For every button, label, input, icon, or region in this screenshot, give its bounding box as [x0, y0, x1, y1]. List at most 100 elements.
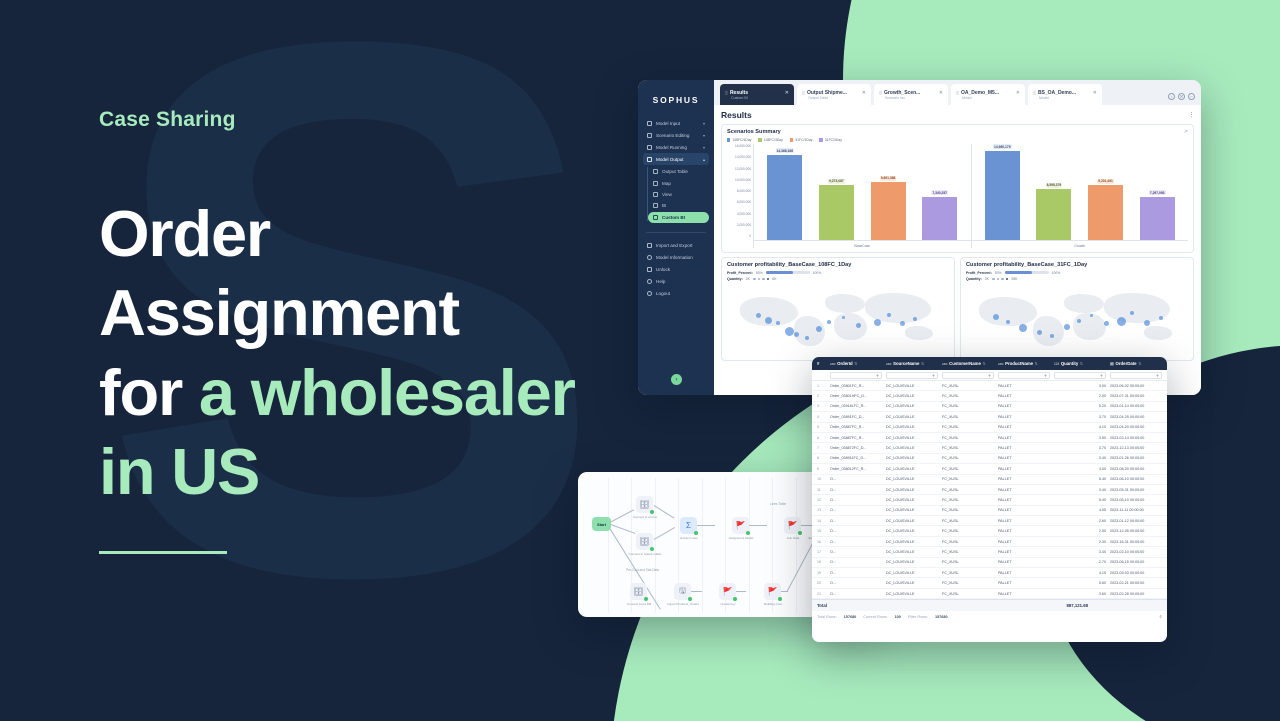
table-column-header-quantity[interactable]: 123 Quantity ⇅: [1052, 361, 1108, 366]
bar-column[interactable]: 9,273,087: [818, 144, 854, 240]
quantity-stepper[interactable]: [991, 277, 1009, 281]
world-map-bubble-chart[interactable]: [966, 284, 1188, 356]
bar-column[interactable]: 14,368,166: [767, 144, 803, 240]
filter-icon[interactable]: ▼: [1054, 371, 1106, 379]
tab-output-shipment[interactable]: ⣿ Output Shipme... ✕ Output Table: [797, 84, 871, 105]
cell-index: 21: [817, 591, 822, 596]
table-row[interactable]: 2 Order_03801HFC_D... DC_LOUISVILLE FC_XUSL…: [812, 391, 1167, 402]
bar-column[interactable]: 7,340,257: [922, 144, 958, 240]
table-row[interactable]: 18 O... DC_LOUISVILLE FC_XUSL PALLET 2.70 2023…: [812, 558, 1167, 569]
table-row[interactable]: 6 Order_03887FC_R... DC_LOUISVILLE FC_XUSL P…: [812, 433, 1167, 444]
legend-label: 31FC/1Day: [795, 138, 813, 142]
sort-icon[interactable]: ⇅: [982, 361, 985, 366]
bar-column[interactable]: 9,201,491: [1088, 144, 1124, 240]
table-row[interactable]: 21 O... DC_LOUISVILLE FC_XUSL PALLET 3.60 2023…: [812, 589, 1167, 600]
sort-icon[interactable]: ⇅: [1138, 361, 1141, 366]
flow-node-extract-lines[interactable]: Σ: [680, 517, 698, 535]
cell-productname: PALLET: [998, 549, 1012, 554]
filter-cell-customername[interactable]: ▼: [940, 371, 996, 379]
table-row[interactable]: 8 Order_038911FC_D... DC_LOUISVILLE FC_XUSL…: [812, 454, 1167, 465]
legend-item[interactable]: 31FC/3Day: [819, 138, 842, 142]
filter-cell-quantity[interactable]: ▼: [1052, 371, 1108, 379]
table-row[interactable]: 3 Order_03918LFC_R... DC_LOUISVILLE FC_XUSL…: [812, 402, 1167, 413]
filter-icon[interactable]: ▼: [998, 371, 1050, 379]
bar[interactable]: [1088, 185, 1124, 240]
bar[interactable]: [1036, 189, 1072, 240]
bar[interactable]: [922, 196, 958, 240]
filter-cell-sourcename[interactable]: ▼: [884, 371, 940, 379]
cell-index: 10: [817, 477, 822, 482]
table-row[interactable]: 20 O... DC_LOUISVILLE FC_XUSL PALLET 5.60 2023…: [812, 578, 1167, 589]
table-row[interactable]: 12 O... DC_LOUISVILLE FC_XUSL PALLET 5.40 2023…: [812, 495, 1167, 506]
flow-node-create-key[interactable]: 🚩: [719, 583, 737, 601]
table-row[interactable]: 13 O... DC_LOUISVILLE FC_XUSL PALLET 4.05 2023…: [812, 506, 1167, 517]
flow-node-import-products-orders[interactable]: 🖫: [674, 583, 692, 601]
flow-node-connect-lines-db[interactable]: 🗄: [630, 583, 648, 601]
flow-node-join-data[interactable]: 🚩: [784, 517, 802, 535]
filter-cell-orderdate[interactable]: ▼: [1108, 371, 1164, 379]
bar[interactable]: [870, 182, 906, 240]
bar-column[interactable]: 14,960,179: [984, 144, 1020, 240]
expand-icon[interactable]: ↗: [1184, 129, 1188, 135]
table-column-header-customername[interactable]: ᴀʙᴄ CustomerName ⇅: [940, 361, 996, 366]
visibility-icon[interactable]: ⌽: [1159, 614, 1162, 619]
window-back-button[interactable]: ‹: [1168, 93, 1175, 100]
bar-column[interactable]: 7,297,093: [1139, 144, 1175, 240]
filter-icon[interactable]: ▼: [830, 371, 882, 379]
table-row[interactable]: 5 Order_03887FC_R... DC_LOUISVILLE FC_XUSL P…: [812, 423, 1167, 433]
table-row[interactable]: 4 Order_03891FC_D... DC_LOUISVILLE FC_XUSL P…: [812, 412, 1167, 423]
table-row[interactable]: 9 Order_038012FC_R... DC_LOUISVILLE FC_XUSL…: [812, 464, 1167, 475]
table-row[interactable]: 11 O... DC_LOUISVILLE FC_XUSL PALLET 3.40 2023…: [812, 485, 1167, 496]
bar[interactable]: [1139, 196, 1175, 240]
more-options-icon[interactable]: ⋮: [1188, 111, 1195, 119]
sort-icon[interactable]: ⇅: [854, 361, 857, 366]
sidebar-collapse-button[interactable]: ‹: [671, 374, 682, 385]
tab-results[interactable]: ⣿ Results ✕ Custom BI: [720, 84, 794, 105]
bar[interactable]: [818, 185, 854, 240]
window-close-button[interactable]: ✕: [1178, 93, 1185, 100]
legend-item[interactable]: 108FC/1Day: [727, 138, 751, 142]
table-row[interactable]: 19 O... DC_LOUISVILLE FC_XUSL PALLET 4.15 2023…: [812, 568, 1167, 579]
tab-growth-scenario[interactable]: ⣿ Growth_Scen... ✕ Scenario list: [874, 84, 948, 105]
table-row[interactable]: 17 O... DC_LOUISVILLE FC_XUSL PALLET 3.40 2023…: [812, 547, 1167, 558]
flow-node-building-cost[interactable]: 🚩: [764, 583, 782, 601]
quantity-stepper[interactable]: [752, 277, 770, 281]
window-minimize-button[interactable]: –: [1188, 93, 1195, 100]
sort-icon[interactable]: ⇅: [1080, 361, 1083, 366]
filter-cell-productname[interactable]: ▼: [996, 371, 1052, 379]
profit-percent-slider[interactable]: [765, 271, 810, 274]
filter-icon[interactable]: ▼: [942, 371, 994, 379]
table-row[interactable]: 7 Order_038872FC_D... DC_LOUISVILLE FC_XUSL…: [812, 443, 1167, 454]
sort-icon[interactable]: ⇅: [921, 361, 924, 366]
cell-productname: PALLET: [998, 446, 1012, 451]
table-row[interactable]: 14 O... DC_LOUISVILLE FC_XUSL PALLET 2.60 2023…: [812, 516, 1167, 527]
filter-icon[interactable]: ▼: [886, 371, 938, 379]
bar[interactable]: [767, 154, 803, 240]
tab-bs-oa-demo[interactable]: ⣿ BS_OA_Demo... ✕ Model: [1028, 84, 1102, 105]
table-column-header-orderid[interactable]: ᴀʙᴄ OrderId ⇅: [828, 361, 884, 366]
cell-productname: PALLET: [998, 466, 1012, 471]
quantity-row: Quantity: 2K 6K: [727, 277, 949, 281]
bar[interactable]: [984, 150, 1020, 240]
table-row[interactable]: 1 Order_03801FC_R... DC_LOUISVILLE FC_XUSL P…: [812, 381, 1167, 392]
table-row[interactable]: 10 O... DC_LOUISVILLE FC_XUSL PALLET 5.40 2023…: [812, 475, 1167, 485]
table-column-header-productname[interactable]: ᴀʙᴄ ProductName ⇅: [996, 361, 1052, 366]
filter-cell-orderid[interactable]: ▼: [828, 371, 884, 379]
bar-column[interactable]: 8,598,379: [1036, 144, 1072, 240]
legend-swatch: [819, 138, 823, 142]
bar-column[interactable]: 9,691,368: [870, 144, 906, 240]
world-map-bubble-chart[interactable]: [727, 284, 949, 356]
tab-oa-demo-m5[interactable]: ⣿ OA_Demo_M5... ✕ Model: [951, 84, 1025, 105]
profit-percent-slider[interactable]: [1004, 271, 1049, 274]
table-row[interactable]: 16 O... DC_LOUISVILLE FC_XUSL PALLET 2.30 2023…: [812, 537, 1167, 548]
table-column-header-orderdate[interactable]: 🗓 OrderDate ⇅: [1108, 361, 1164, 366]
table-row[interactable]: 15 O... DC_LOUISVILLE FC_XUSL PALLET 2.50 2023…: [812, 526, 1167, 537]
legend-item[interactable]: 108FC/3Day: [758, 138, 783, 142]
headline-line-1: Order: [99, 197, 271, 270]
table-column-header-index[interactable]: #: [815, 361, 828, 366]
legend-item[interactable]: 31FC/1Day: [789, 138, 813, 142]
filter-icon[interactable]: ▼: [1110, 371, 1162, 379]
sort-icon[interactable]: ⇅: [1035, 361, 1038, 366]
flow-node-assignment-model[interactable]: 🚩: [732, 517, 750, 535]
table-column-header-sourcename[interactable]: ᴀʙᴄ SourceName ⇅: [884, 361, 940, 366]
